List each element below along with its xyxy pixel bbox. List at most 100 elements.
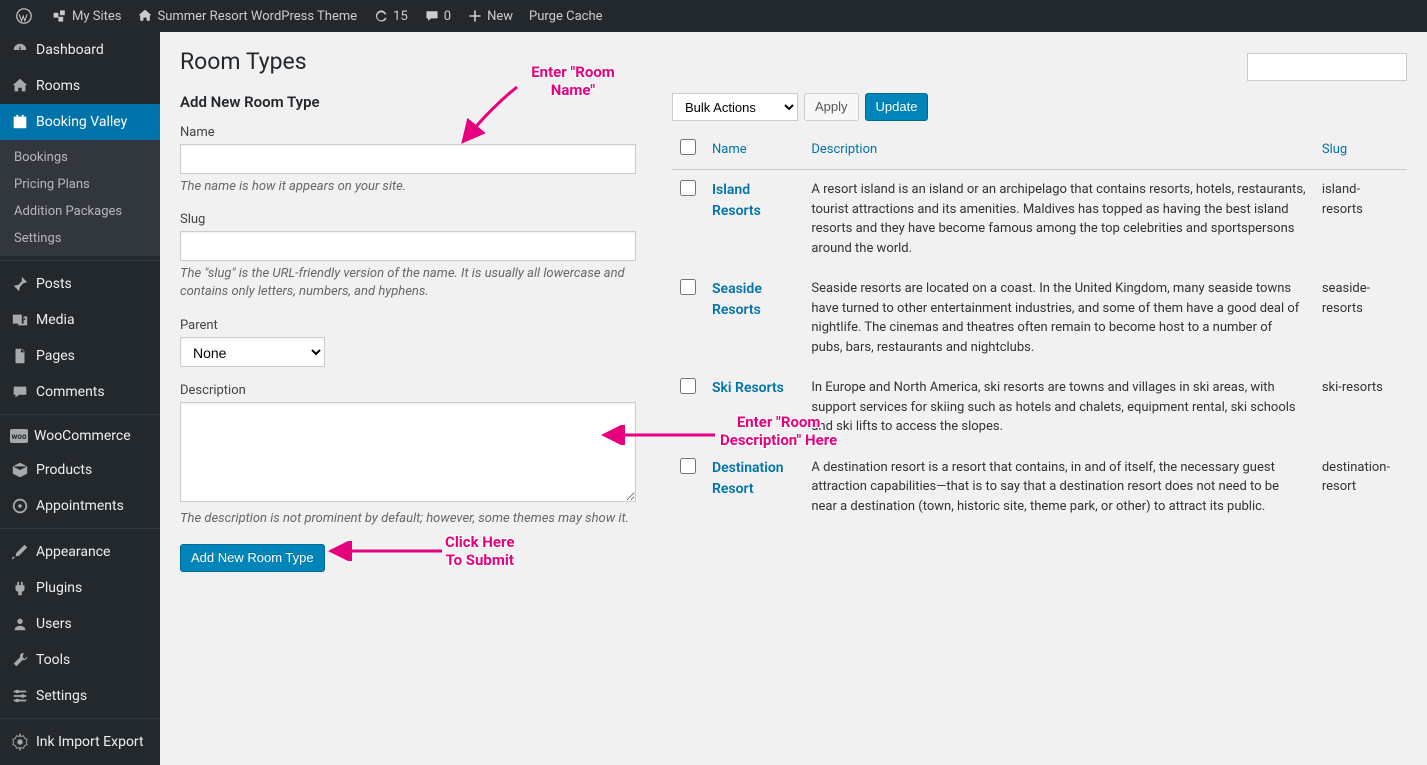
- sidebar-item-comments[interactable]: Comments: [0, 374, 160, 410]
- new-label: New: [487, 9, 513, 24]
- search-input[interactable]: [1247, 53, 1407, 81]
- table-row: Destination Resort A destination resort i…: [672, 447, 1407, 527]
- sidebar-item-users[interactable]: Users: [0, 606, 160, 642]
- submenu-addition-packages[interactable]: Addition Packages: [0, 198, 160, 225]
- name-label: Name: [180, 125, 636, 140]
- row-title-link[interactable]: Destination Resort: [712, 460, 784, 497]
- users-label: Users: [36, 616, 72, 632]
- row-checkbox[interactable]: [680, 458, 696, 474]
- sidebar-item-products[interactable]: Products: [0, 452, 160, 488]
- gear-icon: [10, 732, 30, 752]
- updates-link[interactable]: 15: [365, 0, 416, 32]
- select-all-checkbox[interactable]: [680, 139, 696, 155]
- booking-submenu: Bookings Pricing Plans Addition Packages…: [0, 140, 160, 256]
- row-title-link[interactable]: Seaside Resorts: [712, 281, 762, 318]
- rooms-label: Rooms: [36, 78, 80, 94]
- submenu-bookings[interactable]: Bookings: [0, 144, 160, 171]
- form-title: Add New Room Type: [180, 93, 636, 111]
- plus-icon: [467, 8, 483, 24]
- appts-label: Appointments: [36, 498, 124, 514]
- my-sites-link[interactable]: My Sites: [44, 0, 129, 32]
- site-name-link[interactable]: Summer Resort WordPress Theme: [129, 0, 365, 32]
- sidebar-item-tools[interactable]: Tools: [0, 642, 160, 678]
- home-icon: [137, 8, 153, 24]
- description-help: The description is not prominent by defa…: [180, 510, 636, 528]
- posts-label: Posts: [36, 276, 72, 292]
- sidebar-item-settings[interactable]: Settings: [0, 678, 160, 714]
- purge-cache-link[interactable]: Purge Cache: [521, 0, 610, 32]
- dashboard-icon: [10, 40, 30, 60]
- table-row: Ski ResortsIn Europe and North America, …: [672, 368, 1407, 448]
- sidebar-item-plugins[interactable]: Plugins: [0, 570, 160, 606]
- sidebar-item-rooms[interactable]: Rooms: [0, 68, 160, 104]
- row-title-link[interactable]: Ski Resorts: [712, 380, 784, 396]
- sidebar-item-woocommerce[interactable]: wooWooCommerce: [0, 420, 160, 452]
- settings-label: Settings: [36, 688, 87, 704]
- arrow-submit: [327, 541, 447, 561]
- row-title-link[interactable]: Island Resorts: [712, 182, 761, 219]
- room-types-table: Name Description Slug Island ResortsA re…: [672, 129, 1407, 527]
- name-help: The name is how it appears on your site.: [180, 178, 636, 196]
- submit-button[interactable]: Add New Room Type: [180, 544, 325, 572]
- wp-logo[interactable]: [8, 0, 44, 32]
- row-checkbox[interactable]: [680, 180, 696, 196]
- pin-icon: [10, 274, 30, 294]
- slug-help: The "slug" is the URL-friendly version o…: [180, 265, 636, 301]
- parent-select[interactable]: None: [180, 337, 325, 367]
- tools-label: Tools: [36, 652, 70, 668]
- col-description[interactable]: Description: [803, 129, 1313, 170]
- sidebar-item-media[interactable]: Media: [0, 302, 160, 338]
- table-row: Island ResortsA resort island is an isla…: [672, 170, 1407, 269]
- booking-label: Booking Valley: [36, 114, 127, 130]
- bulk-actions-select[interactable]: Bulk Actions: [672, 93, 798, 121]
- site-name-label: Summer Resort WordPress Theme: [157, 9, 357, 24]
- sidebar-item-dashboard[interactable]: Dashboard: [0, 32, 160, 68]
- sidebar-item-appearance[interactable]: Appearance: [0, 534, 160, 570]
- product-icon: [10, 460, 30, 480]
- sidebar-item-appointments[interactable]: Appointments: [0, 488, 160, 524]
- comment-icon: [10, 382, 30, 402]
- row-checkbox[interactable]: [680, 279, 696, 295]
- sliders-icon: [10, 686, 30, 706]
- appointments-icon: [10, 496, 30, 516]
- parent-label: Parent: [180, 318, 325, 333]
- sidebar-item-booking-valley[interactable]: Booking Valley: [0, 104, 160, 140]
- sidebar-item-pages[interactable]: Pages: [0, 338, 160, 374]
- refresh-icon: [373, 8, 389, 24]
- row-slug: seaside-resorts: [1314, 269, 1407, 368]
- submenu-settings[interactable]: Settings: [0, 225, 160, 252]
- new-content-link[interactable]: New: [459, 0, 521, 32]
- update-button[interactable]: Update: [865, 93, 929, 121]
- slug-input[interactable]: [180, 231, 636, 261]
- row-checkbox[interactable]: [680, 378, 696, 394]
- col-name[interactable]: Name: [704, 129, 803, 170]
- admin-toolbar: My Sites Summer Resort WordPress Theme 1…: [0, 0, 1427, 32]
- pages-label: Pages: [36, 348, 75, 364]
- name-input[interactable]: [180, 144, 636, 174]
- ink-label: Ink Import Export: [36, 734, 144, 750]
- comments-count: 0: [444, 9, 451, 24]
- description-textarea[interactable]: [180, 402, 636, 502]
- wordpress-icon: [16, 8, 32, 24]
- col-slug[interactable]: Slug: [1314, 129, 1407, 170]
- multisite-icon: [52, 8, 68, 24]
- media-icon: [10, 310, 30, 330]
- annotation-submit: Click Here To Submit: [445, 533, 514, 569]
- row-description: A destination resort is a resort that co…: [803, 447, 1313, 527]
- table-row: Seaside ResortsSeaside resorts are locat…: [672, 269, 1407, 368]
- apply-button[interactable]: Apply: [804, 93, 859, 121]
- purge-label: Purge Cache: [529, 9, 602, 24]
- submenu-pricing-plans[interactable]: Pricing Plans: [0, 171, 160, 198]
- calendar-icon: [10, 112, 30, 132]
- row-slug: destination-resort: [1314, 447, 1407, 527]
- plugin-icon: [10, 578, 30, 598]
- admin-sidebar: Dashboard Rooms Booking Valley Bookings …: [0, 32, 160, 765]
- brush-icon: [10, 542, 30, 562]
- comments-link[interactable]: 0: [416, 0, 459, 32]
- sidebar-item-posts[interactable]: Posts: [0, 266, 160, 302]
- plugins-label: Plugins: [36, 580, 82, 596]
- page-title: Room Types: [180, 48, 1407, 75]
- sidebar-item-ink[interactable]: Ink Import Export: [0, 724, 160, 760]
- comments-label: Comments: [36, 384, 105, 400]
- description-label: Description: [180, 383, 636, 398]
